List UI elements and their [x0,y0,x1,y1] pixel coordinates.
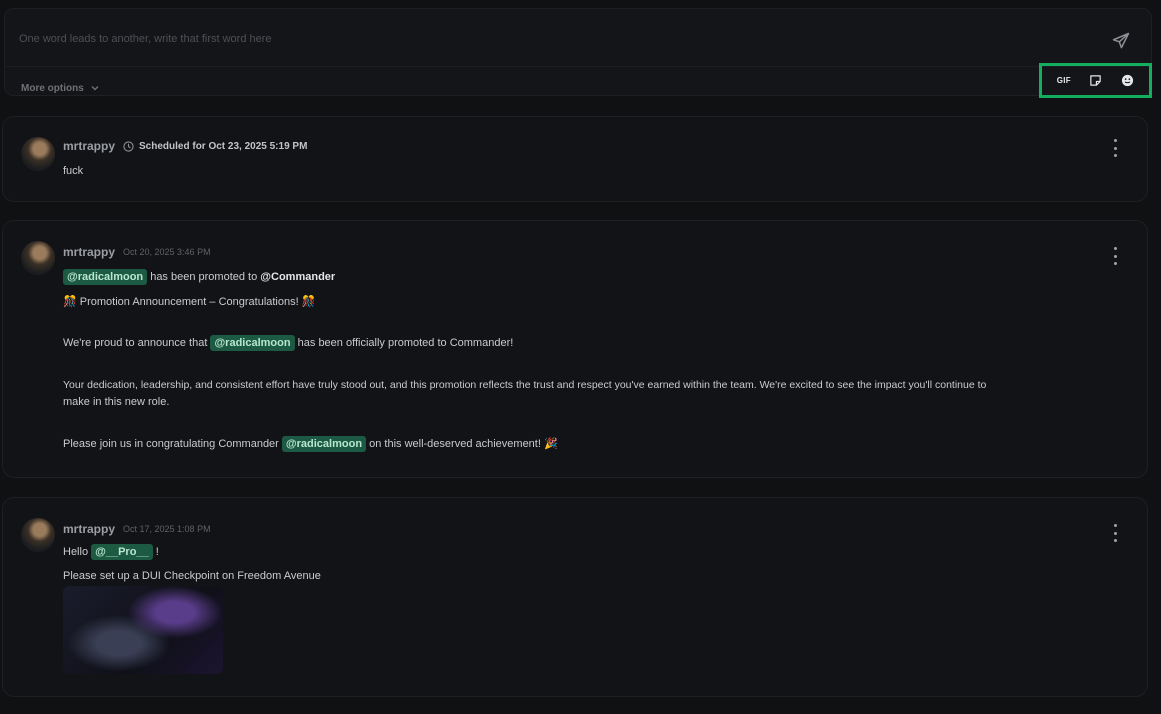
post-menu-button[interactable] [1111,247,1119,265]
emoji-icon [1121,74,1133,87]
scheduled-label: Scheduled for Oct 23, 2025 5:19 PM [139,140,308,152]
post-text: on this well-deserved achievement! 🎉 [366,438,558,450]
sticker-button[interactable] [1084,70,1106,92]
post-line: Your dedication, leadership, and consist… [63,379,987,391]
post-menu-button[interactable] [1111,524,1119,542]
post-card: mrtrappy Oct 17, 2025 1:08 PM Hello @__P… [2,497,1148,697]
send-icon [1112,32,1130,49]
scheduled-indicator: Scheduled for Oct 23, 2025 5:19 PM [123,141,307,152]
post-image[interactable] [63,586,223,674]
post-text: Hello [63,546,92,558]
username[interactable]: mrtrappy [63,245,115,259]
post-line: make in this new role. [63,396,170,408]
post-text: ! [152,546,159,558]
composer-toolbar: GIF [1039,63,1152,98]
timestamp: Oct 20, 2025 3:46 PM [123,247,211,257]
role-mention[interactable]: @Commander [260,271,335,283]
user-mention[interactable]: @radicalmoon [281,436,367,452]
user-mention[interactable]: @__Pro__ [91,544,153,560]
post-line: @radicalmoon has been promoted to @Comma… [63,269,335,285]
post-input[interactable] [17,27,1081,51]
clock-icon [123,140,134,152]
post-text: Please join us in congratulating Command… [63,438,282,450]
post-card: mrtrappy Oct 20, 2025 3:46 PM @radicalmo… [2,220,1148,478]
username[interactable]: mrtrappy [63,139,115,153]
composer-divider [5,66,1151,67]
username[interactable]: mrtrappy [63,522,115,536]
post-text: fuck [63,165,84,177]
user-mention[interactable]: @radicalmoon [210,335,295,351]
avatar[interactable] [21,518,55,552]
more-options-toggle[interactable]: More options [21,77,100,99]
post-menu-button[interactable] [1111,139,1119,157]
chevron-down-icon [91,86,99,91]
post-text: We're proud to announce that [63,337,211,349]
post-line: Please join us in congratulating Command… [63,436,558,452]
post-line: We're proud to announce that @radicalmoo… [63,335,513,351]
timestamp: Oct 17, 2025 1:08 PM [123,524,211,534]
gif-label: GIF [1056,76,1071,85]
user-mention[interactable]: @radicalmoon [63,269,148,285]
avatar[interactable] [21,137,55,171]
post-line: 🎊 Promotion Announcement – Congratulatio… [63,296,316,308]
post-line: Hello @__Pro__ ! [63,544,159,560]
more-options-label: More options [21,82,84,94]
post-card: mrtrappy Scheduled for Oct 23, 2025 5:19… [2,116,1148,202]
post-line: Please set up a DUI Checkpoint on Freedo… [63,570,321,582]
emoji-button[interactable] [1116,70,1138,92]
post-text: has been promoted to [147,271,261,283]
avatar[interactable] [21,241,55,275]
post-text: has been officially promoted to Commande… [294,337,514,349]
post-composer: More options [4,8,1152,96]
send-button[interactable] [1109,29,1133,53]
gif-button[interactable]: GIF [1053,70,1075,92]
sticker-icon [1090,75,1101,86]
